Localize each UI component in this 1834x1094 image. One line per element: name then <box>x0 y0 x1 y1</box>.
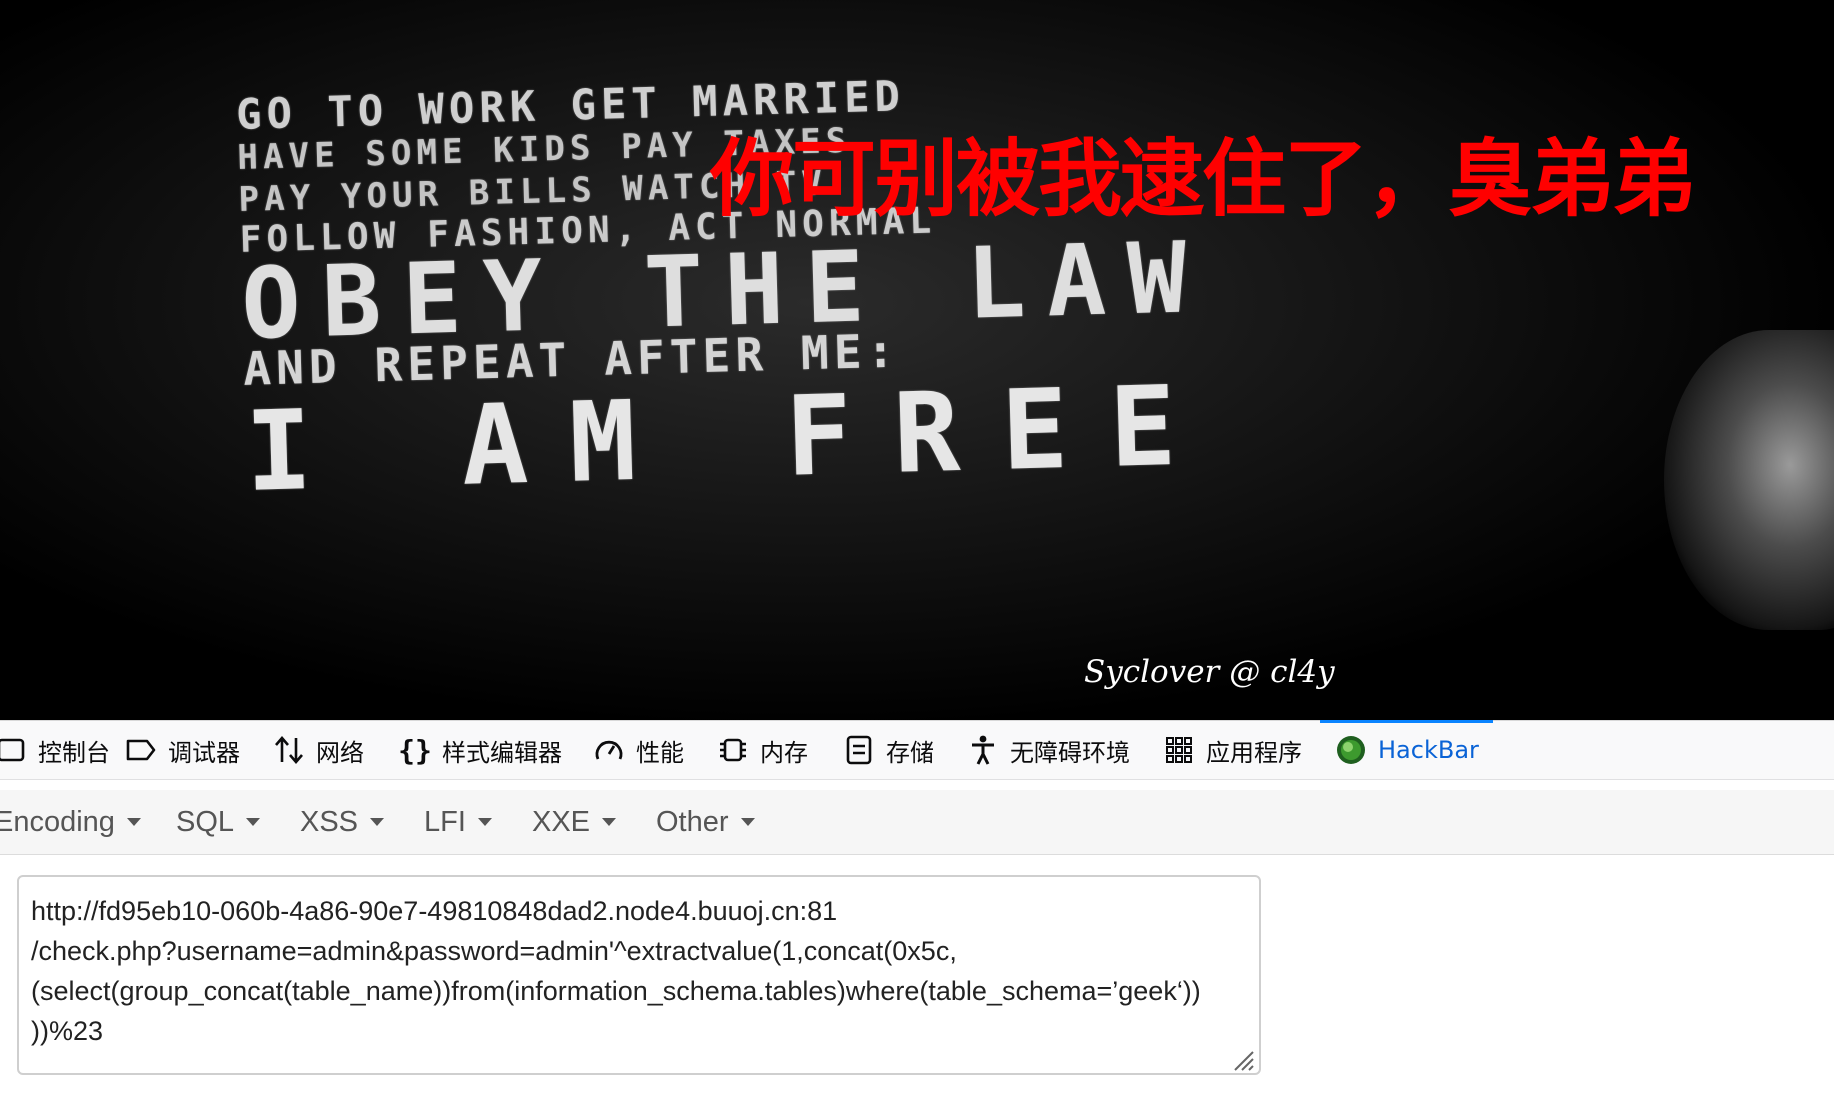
tab-label: 调试器 <box>168 738 240 767</box>
accessibility-icon <box>966 733 1000 767</box>
debugger-icon <box>124 733 158 767</box>
tab-console[interactable]: 控制台 <box>0 721 110 779</box>
tab-debugger[interactable]: 调试器 <box>124 721 240 779</box>
network-arrows-icon <box>272 733 306 767</box>
url-line: (select(group_concat(table_name))from(in… <box>31 976 1201 1006</box>
memory-chip-icon <box>716 733 750 767</box>
poster-text-image: GO TO WORK GET MARRIED HAVE SOME KIDS PA… <box>235 35 1507 516</box>
poster-line: I AM FREE <box>243 360 1220 516</box>
tab-network[interactable]: 网络 <box>272 721 364 779</box>
tab-label: 应用程序 <box>1206 738 1302 767</box>
menu-label: Other <box>656 805 729 838</box>
caret-down-icon <box>477 818 492 826</box>
tab-application[interactable]: 应用程序 <box>1162 721 1302 779</box>
url-line: ))%23 <box>31 1016 104 1046</box>
caret-down-icon <box>740 818 755 826</box>
tab-style-editor[interactable]: {} 样式编辑器 <box>398 721 562 779</box>
credit-text: Syclover @ cl4y <box>1084 654 1335 690</box>
tab-performance[interactable]: 性能 <box>592 721 684 779</box>
caret-down-icon <box>370 818 385 826</box>
tab-hackbar[interactable]: HackBar <box>1320 720 1493 779</box>
tab-label: HackBar <box>1378 736 1479 764</box>
tab-label: 性能 <box>636 738 684 767</box>
app-grid-icon <box>1162 733 1196 767</box>
xss-menu[interactable]: XSS <box>300 790 385 854</box>
hero-banner: GO TO WORK GET MARRIED HAVE SOME KIDS PA… <box>0 0 1834 720</box>
tab-label: 无障碍环境 <box>1010 738 1130 767</box>
page-title: 你可别被我逮住了，臭弟弟 <box>710 130 1696 228</box>
url-line: /check.php?username=admin&password=admin… <box>31 936 957 966</box>
menu-label: XXE <box>532 805 591 838</box>
tab-storage[interactable]: 存储 <box>842 721 934 779</box>
sql-menu[interactable]: SQL <box>176 790 261 854</box>
hackbar-menu-row: Encoding SQL XSS LFI XXE Other <box>0 790 1834 855</box>
caret-down-icon <box>246 818 261 826</box>
encoding-menu[interactable]: Encoding <box>0 790 141 854</box>
menu-label: SQL <box>176 805 235 838</box>
tab-memory[interactable]: 内存 <box>716 721 808 779</box>
url-line: http://fd95eb10-060b-4a86-90e7-49810848d… <box>31 896 838 926</box>
lfi-menu[interactable]: LFI <box>424 790 492 854</box>
menu-label: LFI <box>424 805 466 838</box>
tab-accessibility[interactable]: 无障碍环境 <box>966 721 1130 779</box>
caret-down-icon <box>602 818 617 826</box>
console-icon <box>0 733 28 767</box>
tab-label: 内存 <box>760 738 808 767</box>
tab-label: 网络 <box>316 738 364 767</box>
caret-down-icon <box>126 818 141 826</box>
masked-figure-image <box>1664 330 1834 630</box>
menu-label: XSS <box>300 805 359 838</box>
gauge-icon <box>592 733 626 767</box>
tab-label: 控制台 <box>38 738 110 767</box>
other-menu[interactable]: Other <box>656 790 755 854</box>
menu-label: Encoding <box>0 805 115 838</box>
braces-icon: {} <box>398 733 432 767</box>
devtools-tab-bar: 控制台 调试器 网络 {} 样式编辑器 性能 内存 存储 无障碍环境 应用程序 … <box>0 720 1834 780</box>
tab-label: 存储 <box>886 738 934 767</box>
storage-icon <box>842 733 876 767</box>
url-input[interactable]: http://fd95eb10-060b-4a86-90e7-49810848d… <box>17 875 1261 1075</box>
tab-label: 样式编辑器 <box>442 738 562 767</box>
resize-grip-icon[interactable] <box>1229 1043 1255 1071</box>
hackbar-logo-icon <box>1334 733 1368 767</box>
xxe-menu[interactable]: XXE <box>532 790 617 854</box>
